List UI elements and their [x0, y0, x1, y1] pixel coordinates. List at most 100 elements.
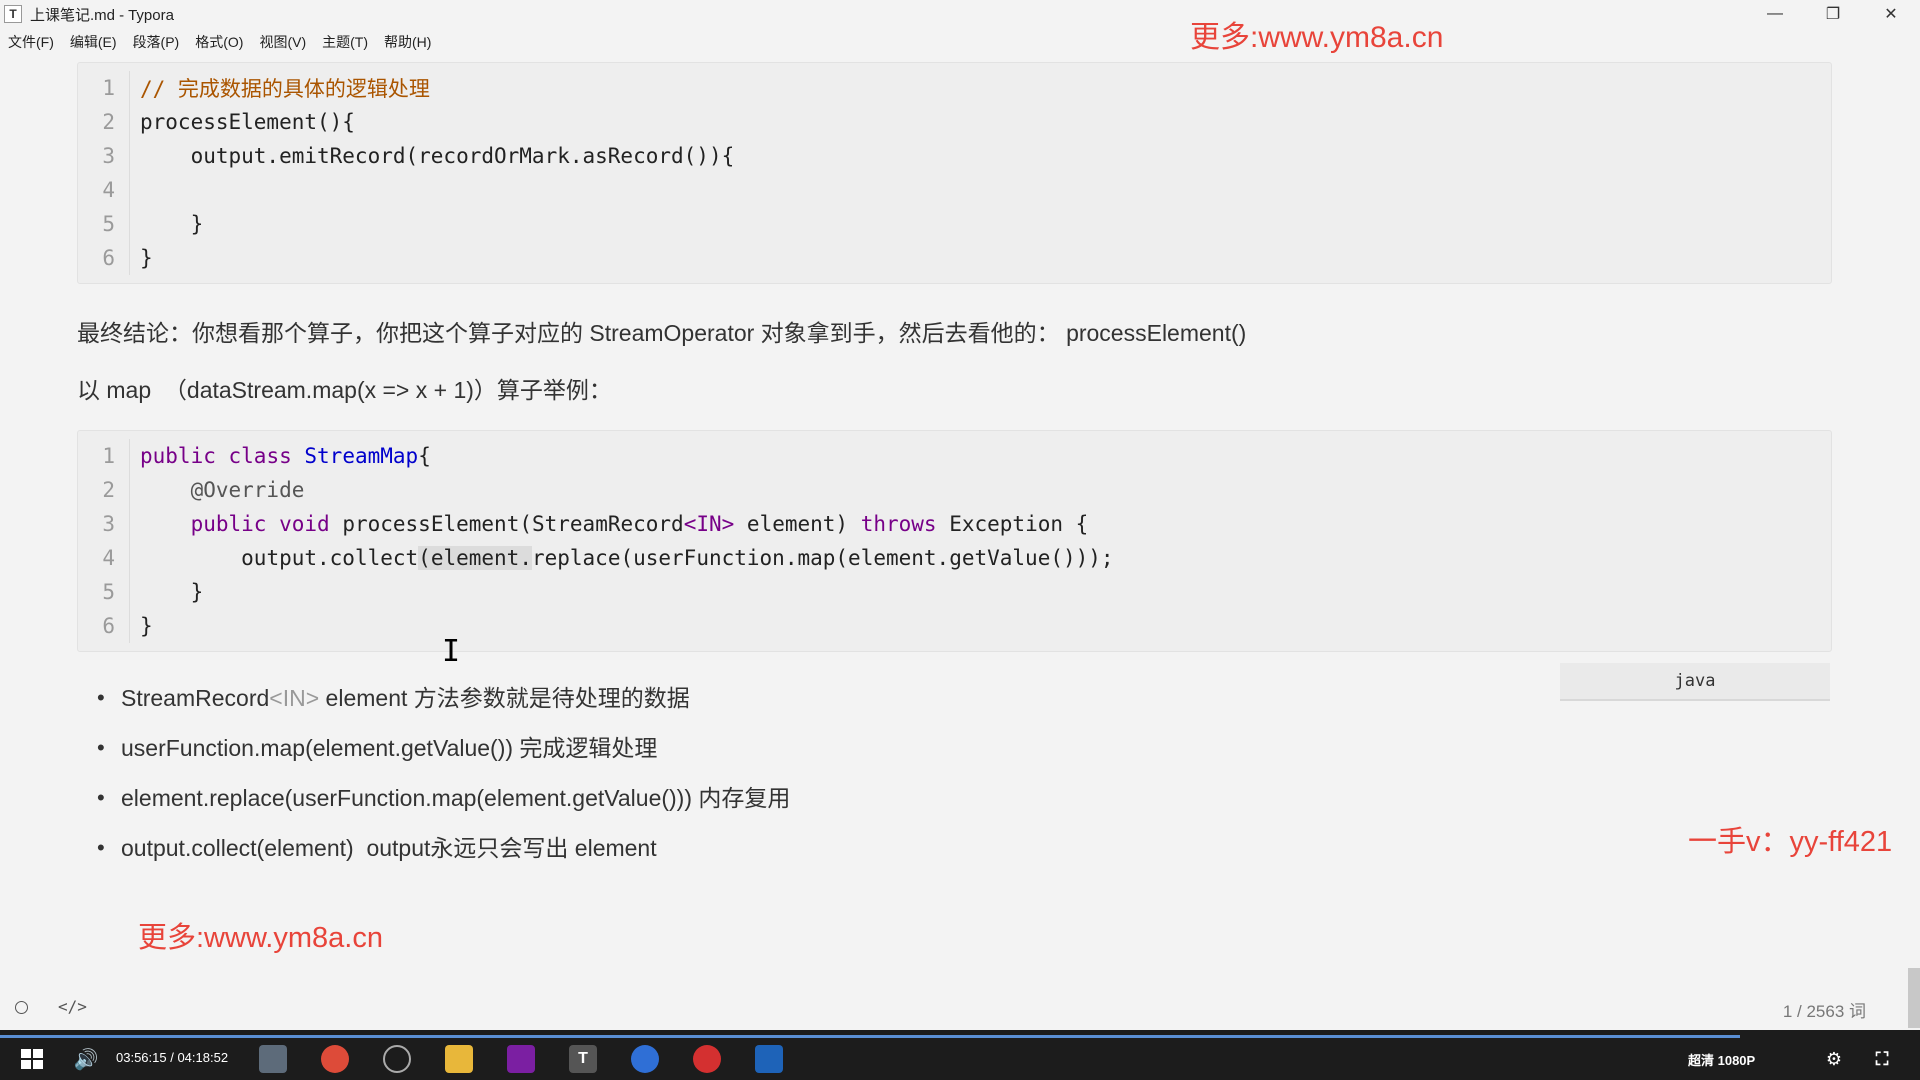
param-element: element)	[734, 512, 861, 536]
brace-close: }	[190, 580, 204, 604]
code-text: }	[140, 246, 153, 270]
status-bar: </> 1 / 2563 词	[0, 995, 1920, 1021]
maximize-button[interactable]: ❐	[1804, 0, 1862, 28]
intellij-icon[interactable]	[507, 1045, 535, 1073]
list-item: output.collect(element) output永远只会写出 ele…	[97, 828, 790, 878]
code-line: 5 }	[78, 575, 1831, 609]
menu-paragraph[interactable]: 段落(P)	[125, 30, 188, 54]
code-text: output.emitRecord(recordOrMark.asRecord(…	[140, 144, 735, 168]
code-line: 4	[78, 173, 1831, 207]
unity-icon[interactable]	[383, 1045, 411, 1073]
line-number: 6	[78, 609, 130, 643]
code-line: 4 output.collect(element.replace(userFun…	[78, 541, 1831, 575]
code-language-input[interactable]: java	[1560, 663, 1830, 701]
close-button[interactable]: ✕	[1862, 0, 1920, 28]
code-line: 6}	[78, 609, 1831, 643]
collect-args: replace(userFunction.map(element.getValu…	[531, 546, 1114, 570]
outline-toggle-icon[interactable]	[15, 1001, 28, 1014]
code-line: 5 }	[78, 207, 1831, 241]
line-number: 3	[78, 139, 130, 173]
code-text: }	[140, 212, 204, 236]
generic-type: <IN>	[683, 512, 735, 536]
bullet-text: userFunction.map(element.getValue()) 完成逻…	[121, 735, 658, 761]
line-number: 1	[78, 71, 130, 105]
code-text: }	[130, 614, 153, 638]
source-code-mode-icon[interactable]: </>	[58, 997, 87, 1016]
windows-icon[interactable]	[18, 1045, 46, 1073]
browser-icon[interactable]	[631, 1045, 659, 1073]
menu-edit[interactable]: 编辑(E)	[62, 30, 125, 54]
watermark-right: 一手v：yy-ff421	[1688, 826, 1893, 858]
code-text: @Override	[130, 478, 305, 502]
menu-file[interactable]: 文件(F)	[0, 30, 62, 54]
keyword-throws: throws	[860, 512, 937, 536]
watermark-top: 更多:www.ym8a.cn	[1190, 21, 1444, 54]
list-item: element.replace(userFunction.map(element…	[97, 778, 790, 828]
line-number: 6	[78, 241, 130, 275]
menu-bar: 文件(F) 编辑(E) 段落(P) 格式(O) 视图(V) 主题(T) 帮助(H…	[0, 30, 439, 54]
scrollbar-thumb[interactable]	[1908, 968, 1920, 1028]
line-number: 2	[78, 473, 130, 507]
collect-call: output.collect	[241, 546, 419, 570]
title-bar: T 上课笔记.md - Typora — ❐ ✕	[0, 0, 1920, 28]
list-item: StreamRecord<IN> element 方法参数就是待处理的数据	[97, 678, 790, 728]
watermark-bottom: 更多:www.ym8a.cn	[138, 922, 383, 954]
photos-icon[interactable]	[755, 1045, 783, 1073]
code-block-1[interactable]: 1 // 完成数据的具体的逻辑处理 2 processElement(){ 3 ou…	[77, 62, 1832, 284]
typora-icon[interactable]: T	[569, 1045, 597, 1073]
line-number: 3	[78, 507, 130, 541]
keyword-public: public	[190, 512, 267, 536]
menu-view[interactable]: 视图(V)	[251, 30, 314, 54]
video-quality[interactable]: 超清 1080P	[1688, 1050, 1755, 1069]
exception-clause: Exception {	[936, 512, 1089, 536]
chrome-icon[interactable]	[321, 1045, 349, 1073]
class-name: StreamMap	[304, 444, 419, 468]
line-number: 1	[78, 439, 130, 473]
keyword-void: void	[279, 512, 330, 536]
method-signature: processElement(StreamRecord	[342, 512, 684, 536]
code-line: 2 @Override	[78, 473, 1831, 507]
window-title: 上课笔记.md - Typora	[30, 6, 174, 24]
text-cursor-icon: I	[442, 634, 461, 669]
volume-icon[interactable]: 🔊	[72, 1045, 100, 1073]
file-explorer-icon[interactable]	[259, 1045, 287, 1073]
code-text: output.collect(element.replace(userFunct…	[130, 546, 1114, 570]
fullscreen-icon[interactable]: ⛶	[1868, 1045, 1896, 1073]
netease-icon[interactable]	[693, 1045, 721, 1073]
line-number: 4	[78, 173, 130, 207]
video-progress-bar[interactable]	[0, 1035, 1740, 1038]
typora-app-icon: T	[4, 5, 22, 23]
brace-open: {	[418, 444, 431, 468]
keyword-class: class	[228, 444, 292, 468]
brace-close: }	[140, 614, 153, 638]
bullet-text: output.collect(element) output永远只会写出 ele…	[121, 835, 657, 861]
window-controls: — ❐ ✕	[1746, 0, 1920, 28]
line-number: 5	[78, 207, 130, 241]
code-line: 1 public class StreamMap{	[78, 439, 1831, 473]
line-number: 5	[78, 575, 130, 609]
code-line: 1 // 完成数据的具体的逻辑处理	[78, 71, 1831, 105]
menu-format[interactable]: 格式(O)	[187, 30, 251, 54]
code-block-2[interactable]: 1 public class StreamMap{ 2 @Override 3 p…	[77, 430, 1832, 652]
bullet-text-rest: element 方法参数就是待处理的数据	[319, 685, 690, 711]
list-item: userFunction.map(element.getValue()) 完成逻…	[97, 728, 790, 778]
keyword-public: public	[140, 444, 216, 468]
minimize-button[interactable]: —	[1746, 0, 1804, 28]
code-comment: // 完成数据的具体的逻辑处理	[140, 77, 430, 101]
menu-help[interactable]: 帮助(H)	[376, 30, 439, 54]
line-number: 4	[78, 541, 130, 575]
code-line: 2 processElement(){	[78, 105, 1831, 139]
code-text: }	[130, 580, 204, 604]
code-line: 3 public void processElement(StreamRecor…	[78, 507, 1831, 541]
bullet-text: element.replace(userFunction.map(element…	[121, 785, 791, 811]
word-count[interactable]: 1 / 2563 词	[1783, 997, 1866, 1022]
code-line: 3 output.emitRecord(recordOrMark.asRecor…	[78, 139, 1831, 173]
menu-theme[interactable]: 主题(T)	[314, 30, 376, 54]
code-text: public class StreamMap{	[130, 444, 431, 468]
code-text: processElement(){	[140, 110, 355, 134]
code-line: 6}	[78, 241, 1831, 275]
selected-text[interactable]: (element.	[418, 546, 532, 570]
folder-icon[interactable]	[445, 1045, 473, 1073]
settings-gear-icon[interactable]: ⚙	[1820, 1045, 1848, 1073]
annotation-override: @Override	[190, 478, 305, 502]
